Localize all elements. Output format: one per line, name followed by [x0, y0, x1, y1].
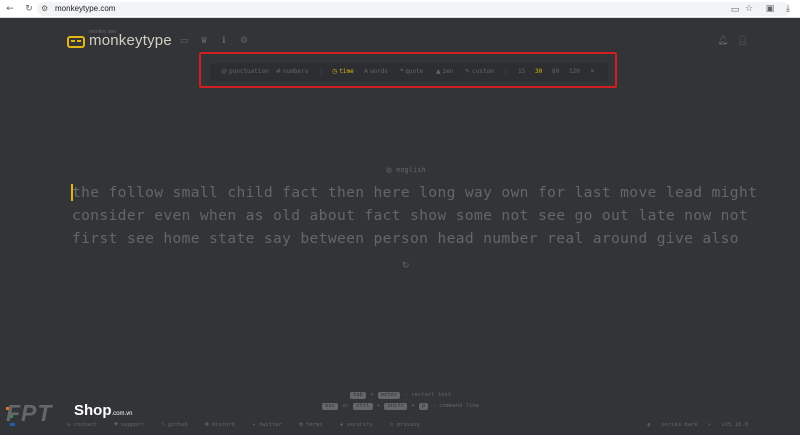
info-icon[interactable]: ℹ: [222, 36, 225, 46]
key-ctrl: ctrl: [353, 403, 373, 410]
browser-toolbar: ← ↻ ⚙ monkeytype.com ▭ ☆ ▣ ⤓: [0, 0, 800, 18]
star-icon[interactable]: ☆: [743, 3, 755, 15]
user-icon[interactable]: 👤︎: [737, 36, 748, 46]
keyboard-icon[interactable]: ▭: [180, 36, 189, 46]
crown-icon[interactable]: ♛: [200, 36, 208, 46]
annotation-highlight-box: [199, 52, 617, 88]
footer-right: ◐ serika dark ⑂ v25.10.0: [641, 421, 749, 429]
words-line: first see home state say between person …: [72, 230, 739, 247]
key-shift: shift: [384, 403, 407, 410]
language-selector[interactable]: ◍ english: [386, 164, 426, 176]
puzzle-icon[interactable]: ▣: [764, 3, 776, 15]
arrow-left-icon[interactable]: ←: [4, 3, 16, 15]
footer-link-twitter[interactable]: ✦ twitter: [252, 422, 289, 428]
keyboard-logo-icon: [67, 36, 85, 48]
theme-button[interactable]: ◐ serika dark: [648, 422, 698, 428]
key-p: p: [418, 403, 429, 410]
key-enter: enter: [377, 392, 401, 399]
footer-link-discord[interactable]: ☻ discord: [205, 422, 242, 428]
watermark-shop: Shop.com.vn: [74, 402, 133, 419]
logo-text: monkeytype: [89, 32, 172, 49]
reload-icon[interactable]: ↻: [23, 3, 35, 15]
key-esc: esc: [322, 403, 338, 410]
words-line: consider even when as old about fact sho…: [72, 207, 749, 224]
address-bar[interactable]: ⚙ monkeytype.com: [37, 2, 790, 16]
footer-link-security[interactable]: ◈ security: [340, 422, 380, 428]
footer-link-terms[interactable]: ▤ terms: [299, 422, 329, 428]
url-text: monkeytype.com: [55, 4, 116, 13]
watermark-brand: FPT: [6, 400, 53, 426]
words-area[interactable]: the follow small child fact then here lo…: [71, 181, 758, 250]
restart-icon[interactable]: ↻: [402, 260, 410, 272]
globe-icon: ◍: [386, 166, 393, 174]
footer-link-privacy[interactable]: ⊝ privacy: [390, 422, 427, 428]
words-line: the follow small child fact then here lo…: [72, 184, 758, 201]
key-tab: tab: [349, 392, 366, 399]
typing-caret: [71, 184, 73, 201]
footer-link-github[interactable]: ⌥ github: [161, 422, 195, 428]
cast-icon[interactable]: ▭: [729, 4, 741, 16]
fpt-shop-watermark: FPT Shop.com.vn: [6, 398, 144, 428]
version-link[interactable]: ⑂ v25.10.0: [708, 422, 748, 428]
bell-icon[interactable]: 🔔︎: [717, 36, 728, 46]
gear-icon[interactable]: ⚙: [240, 36, 248, 46]
download-icon[interactable]: ⤓: [782, 3, 794, 15]
tune-icon[interactable]: ⚙: [41, 3, 48, 15]
